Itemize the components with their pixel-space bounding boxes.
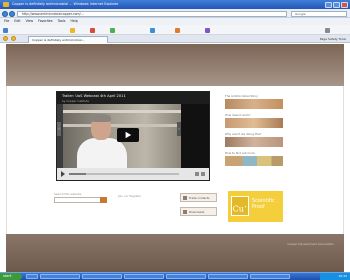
- window-title: Copper is definitely antimicrobial ... W…: [12, 2, 119, 6]
- contacts-icon: [183, 196, 187, 200]
- register-link[interactable]: Join our Register: [118, 194, 141, 198]
- window-titlebar: Copper is definitely antimicrobial ... W…: [0, 0, 350, 9]
- toolbar-settings[interactable]: [325, 27, 330, 33]
- window-controls: [325, 1, 348, 8]
- ie-icon: [3, 2, 9, 7]
- control-play-icon[interactable]: [61, 171, 65, 177]
- menu-view[interactable]: View: [26, 19, 34, 23]
- news-icon: [90, 27, 95, 33]
- site-search-label: Search this website: [54, 192, 82, 196]
- tab-active[interactable]: Copper is definitely antimicrobial...: [28, 36, 108, 43]
- video-title: Trailer: UoS Webcast 4th April 2011: [62, 94, 126, 98]
- trade-contacts-label: Trade contacts: [189, 196, 210, 200]
- control-icons: [195, 171, 205, 176]
- google-icon: [3, 27, 8, 33]
- menu-help[interactable]: Help: [70, 19, 77, 23]
- menu-tools[interactable]: Tools: [58, 19, 66, 23]
- favorites-icon[interactable]: [3, 36, 8, 41]
- promo-image: [225, 137, 283, 147]
- presenter-hair: [91, 114, 111, 122]
- back-icon[interactable]: [2, 10, 8, 17]
- cu-line-2: Proof: [252, 203, 265, 210]
- promo-image: [225, 118, 283, 128]
- add-favorite-icon[interactable]: [11, 36, 16, 41]
- header-banner: [6, 44, 344, 86]
- video-progress-bar[interactable]: [69, 173, 179, 175]
- site-search-input[interactable]: [54, 197, 106, 203]
- promo-image: [225, 99, 283, 109]
- video-sidebar: [181, 104, 209, 168]
- toolbar-btn-4[interactable]: [175, 27, 180, 33]
- downloads-label: Downloads: [189, 210, 205, 214]
- downloads-button[interactable]: Downloads: [180, 207, 217, 216]
- shelf: [63, 110, 181, 113]
- cu-logo: Cu+: [231, 196, 249, 216]
- toolbar-btn-1[interactable]: [90, 27, 95, 33]
- menu-edit[interactable]: Edit: [14, 19, 20, 23]
- toolbar-bookmarks[interactable]: [70, 27, 75, 33]
- toolbar-btn-3[interactable]: [150, 27, 155, 33]
- presenter-body: [77, 138, 127, 168]
- video-frame[interactable]: [63, 104, 181, 168]
- shelf: [63, 124, 181, 127]
- search-input[interactable]: Google: [291, 10, 347, 17]
- cu-superscript: +: [243, 204, 248, 209]
- menu-favorites[interactable]: Favorites: [38, 19, 52, 23]
- prev-arrow-icon[interactable]: ‹: [57, 122, 61, 136]
- task-button[interactable]: [208, 274, 248, 279]
- check-icon: [110, 27, 115, 33]
- mail-icon: [150, 27, 155, 33]
- windows-taskbar: start 10:32: [0, 272, 350, 280]
- task-button[interactable]: [166, 274, 206, 279]
- translate-icon: [205, 27, 210, 33]
- task-button[interactable]: [250, 274, 290, 279]
- promo-why-not[interactable]: Why aren't we doing this?: [225, 132, 283, 147]
- system-tray: 10:32: [320, 273, 350, 280]
- address-bar: http://www.antimicrobialcopper.com/... G…: [0, 9, 350, 18]
- wrench-icon: [325, 27, 330, 33]
- toolbar-btn-2[interactable]: [110, 27, 115, 33]
- url-input[interactable]: http://www.antimicrobialcopper.com/...: [17, 10, 287, 17]
- maximize-button[interactable]: [333, 1, 340, 8]
- start-button[interactable]: start: [0, 273, 22, 280]
- close-button[interactable]: [341, 1, 348, 8]
- toolbar-google[interactable]: [3, 27, 8, 33]
- video-player[interactable]: Trailer: UoS Webcast 4th April 2011 by C…: [56, 91, 210, 181]
- promo-image: [225, 156, 283, 166]
- menu-file[interactable]: File: [4, 19, 9, 23]
- tab-bar: Copper is definitely antimicrobial... Pa…: [0, 35, 350, 43]
- toolbar: [0, 25, 350, 35]
- video-header: Trailer: UoS Webcast 4th April 2011 by C…: [57, 92, 209, 104]
- task-button[interactable]: [82, 274, 122, 279]
- video-subtitle: by Copper Institute: [62, 98, 89, 103]
- site-search-go-button[interactable]: [100, 197, 107, 203]
- promo-find-out-more[interactable]: How to find out more: [225, 151, 283, 166]
- star-icon: [70, 27, 75, 33]
- task-button[interactable]: [124, 274, 164, 279]
- task-button[interactable]: [26, 274, 38, 279]
- next-arrow-icon[interactable]: ›: [177, 122, 181, 136]
- cu-symbol: Cu: [232, 204, 244, 214]
- toolbar-btn-5[interactable]: [205, 27, 210, 33]
- volume-icon[interactable]: [195, 171, 199, 176]
- promo-antimicrobial-story[interactable]: The Antimicrobial Story: [225, 94, 283, 109]
- forward-icon[interactable]: [9, 10, 15, 17]
- cu-text: Scientific Proof: [252, 198, 282, 210]
- task-button[interactable]: [40, 274, 80, 279]
- rss-icon: [175, 27, 180, 33]
- play-icon: [125, 131, 132, 139]
- download-icon: [183, 210, 187, 214]
- promo-how-it-works[interactable]: How does it work?: [225, 113, 283, 128]
- menu-bar: File Edit View Favorites Tools Help: [0, 18, 350, 25]
- minimize-button[interactable]: [325, 1, 332, 8]
- command-bar[interactable]: Page Safety Tools: [320, 37, 346, 41]
- scientific-proof-card[interactable]: Cu+ Scientific Proof: [228, 191, 283, 222]
- video-controls: [57, 168, 209, 180]
- play-button[interactable]: [117, 128, 139, 142]
- video-progress-fill: [69, 173, 86, 175]
- footer-text: Copper Development Association: [287, 242, 334, 246]
- fullscreen-icon[interactable]: [201, 171, 205, 176]
- page-footer: Copper Development Association: [6, 234, 344, 272]
- trade-contacts-button[interactable]: Trade contacts: [180, 193, 217, 202]
